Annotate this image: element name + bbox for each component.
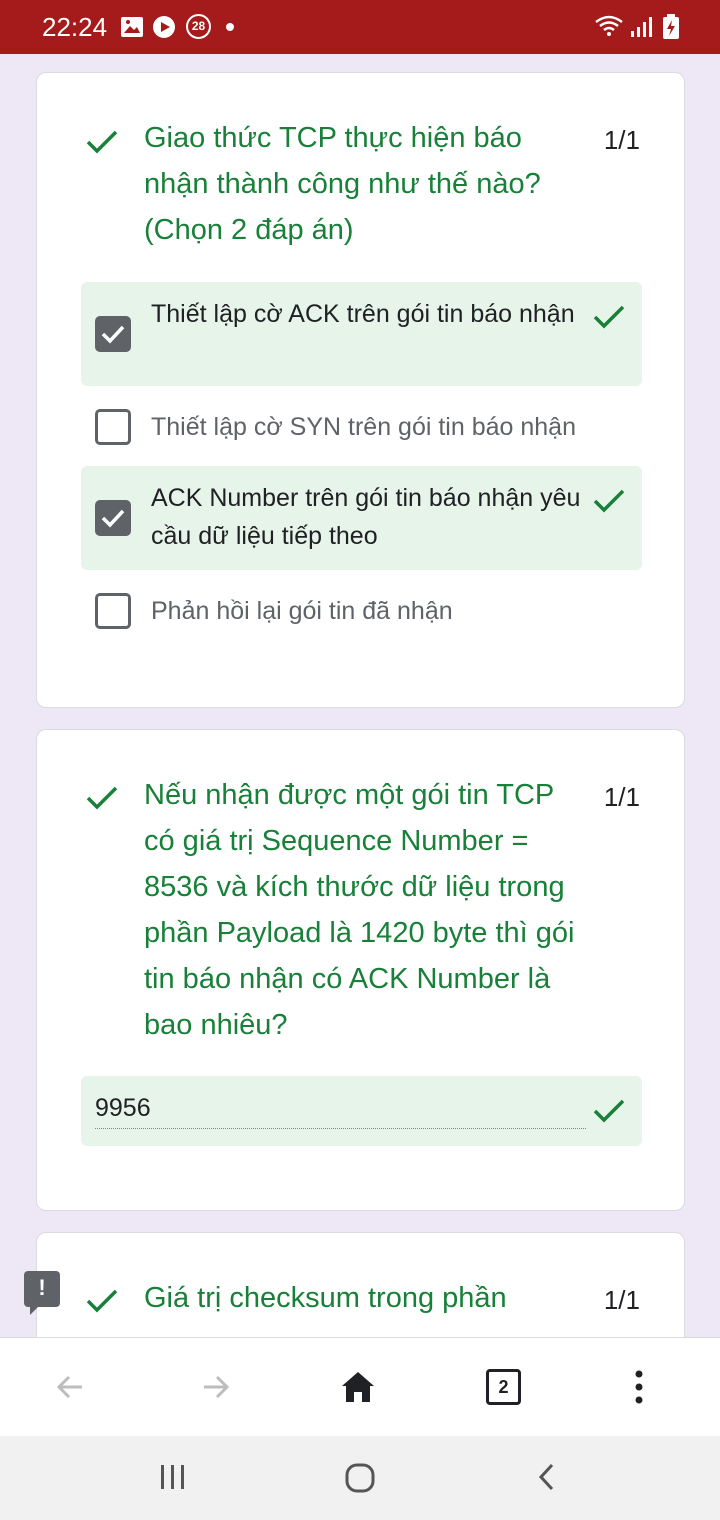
status-bar: 22:24 28 bbox=[0, 0, 720, 54]
recents-icon[interactable] bbox=[158, 1462, 188, 1492]
checkbox-checked-icon[interactable] bbox=[95, 316, 131, 352]
question-card-3: Giá trị checksum trong phần 1/1 bbox=[36, 1232, 685, 1337]
signal-icon bbox=[631, 17, 652, 37]
answer-underline bbox=[95, 1128, 586, 1129]
correct-check-icon bbox=[593, 489, 625, 513]
correct-check-icon bbox=[86, 130, 118, 154]
report-feedback-icon[interactable]: ! bbox=[24, 1271, 60, 1307]
question-title: Giao thức TCP thực hiện báo nhận thành c… bbox=[144, 122, 541, 246]
correct-check-icon bbox=[86, 786, 118, 810]
question-card-2: Nếu nhận được một gói tin TCP có giá trị… bbox=[36, 729, 685, 1211]
question-title: Nếu nhận được một gói tin TCP có giá trị… bbox=[144, 779, 575, 1041]
option-label: Thiết lập cờ SYN trên gói tin báo nhận bbox=[151, 413, 576, 441]
tabs-icon[interactable]: 2 bbox=[486, 1369, 521, 1405]
option-label: ACK Number trên gói tin báo nhận yêu cầu… bbox=[151, 484, 581, 550]
correct-check-icon bbox=[593, 305, 625, 329]
system-nav-bar bbox=[0, 1436, 720, 1520]
option-label: Phản hồi lại gói tin đã nhận bbox=[151, 597, 453, 625]
home-circle-icon[interactable] bbox=[344, 1462, 376, 1494]
home-icon[interactable] bbox=[340, 1369, 376, 1405]
question-score: 1/1 bbox=[603, 1285, 640, 1315]
image-icon bbox=[121, 17, 143, 37]
question-title: Giá trị checksum trong phần bbox=[144, 1282, 507, 1314]
dot-icon bbox=[226, 23, 234, 31]
browser-toolbar: 2 bbox=[0, 1337, 720, 1436]
checkbox-checked-icon[interactable] bbox=[95, 500, 131, 536]
battery-icon bbox=[663, 14, 679, 39]
form-content[interactable]: Giao thức TCP thực hiện báo nhận thành c… bbox=[0, 54, 720, 1337]
option-ack-number[interactable]: ACK Number trên gói tin báo nhận yêu cầu… bbox=[81, 466, 642, 570]
checkbox-unchecked-icon[interactable] bbox=[95, 409, 131, 445]
short-answer-field[interactable]: 9956 bbox=[81, 1076, 642, 1146]
forward-arrow-icon[interactable] bbox=[200, 1371, 232, 1403]
report-feedback-tail bbox=[30, 1305, 40, 1315]
option-ack-flag[interactable]: Thiết lập cờ ACK trên gói tin báo nhận bbox=[81, 282, 642, 386]
more-vert-icon[interactable] bbox=[630, 1369, 648, 1405]
notification-badge: 28 bbox=[186, 14, 211, 39]
question-score: 1/1 bbox=[603, 782, 640, 812]
back-arrow-icon[interactable] bbox=[54, 1371, 86, 1403]
correct-check-icon bbox=[593, 1099, 625, 1123]
correct-check-icon bbox=[86, 1289, 118, 1313]
question-score: 1/1 bbox=[603, 125, 640, 155]
option-syn-flag[interactable]: Thiết lập cờ SYN trên gói tin báo nhận bbox=[81, 395, 642, 459]
play-icon bbox=[153, 16, 175, 38]
question-card-1: Giao thức TCP thực hiện báo nhận thành c… bbox=[36, 72, 685, 708]
checkbox-unchecked-icon[interactable] bbox=[95, 593, 131, 629]
answer-value: 9956 bbox=[95, 1094, 151, 1122]
option-reply-packet[interactable]: Phản hồi lại gói tin đã nhận bbox=[81, 579, 642, 643]
wifi-icon bbox=[595, 15, 623, 36]
status-time: 22:24 bbox=[42, 12, 108, 42]
option-label: Thiết lập cờ ACK trên gói tin báo nhận bbox=[151, 300, 575, 328]
back-icon[interactable] bbox=[534, 1462, 560, 1492]
